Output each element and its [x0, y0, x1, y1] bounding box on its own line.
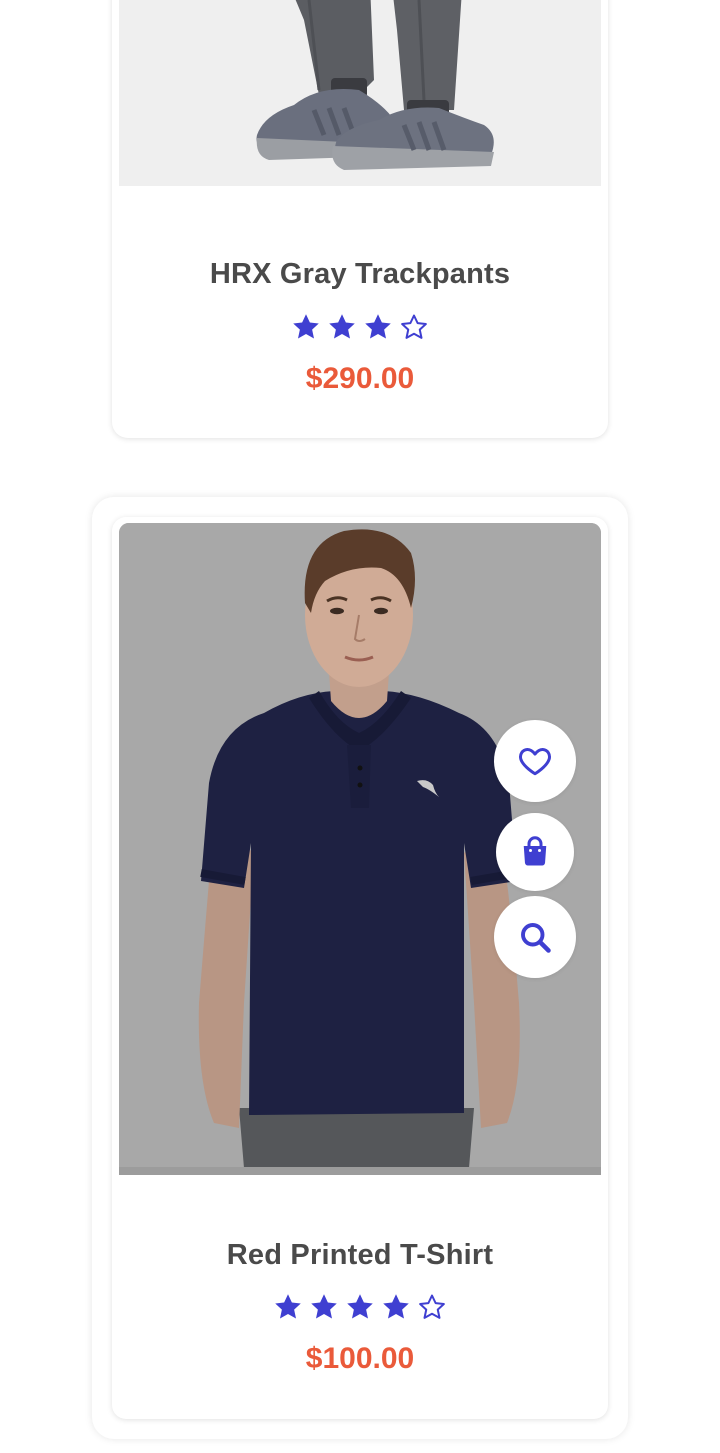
product-card-hover-ring: Red Printed T-Shirt $100.00 — [92, 497, 628, 1439]
star-filled-icon — [275, 1294, 301, 1319]
product-list-page: HRX Gray Trackpants $290.00 Red Printed … — [0, 0, 720, 1453]
add-to-cart-button[interactable] — [496, 813, 574, 891]
star-filled-icon — [365, 314, 391, 339]
trackpants-shoes-photo — [119, 0, 601, 186]
product-card[interactable]: HRX Gray Trackpants $290.00 — [112, 0, 608, 438]
heart-icon — [519, 747, 551, 776]
star-outline-icon — [419, 1294, 445, 1319]
product-image[interactable] — [119, 0, 601, 186]
product-card[interactable]: Red Printed T-Shirt $100.00 — [112, 517, 608, 1419]
search-icon — [521, 923, 551, 953]
star-filled-icon — [383, 1294, 409, 1319]
shopping-bag-icon — [523, 836, 547, 866]
product-title[interactable]: HRX Gray Trackpants — [112, 258, 608, 291]
rating-stars — [112, 312, 608, 342]
product-price: $290.00 — [305, 362, 415, 395]
wishlist-button[interactable] — [494, 720, 576, 802]
quick-view-button[interactable] — [494, 896, 576, 978]
star-filled-icon — [347, 1294, 373, 1319]
star-filled-icon — [329, 314, 355, 339]
product-title[interactable]: Red Printed T-Shirt — [112, 1239, 608, 1272]
star-filled-icon — [311, 1294, 337, 1319]
rating-stars — [112, 1292, 608, 1322]
star-filled-icon — [293, 314, 319, 339]
product-price: $100.00 — [305, 1342, 415, 1375]
star-outline-icon — [401, 314, 427, 339]
